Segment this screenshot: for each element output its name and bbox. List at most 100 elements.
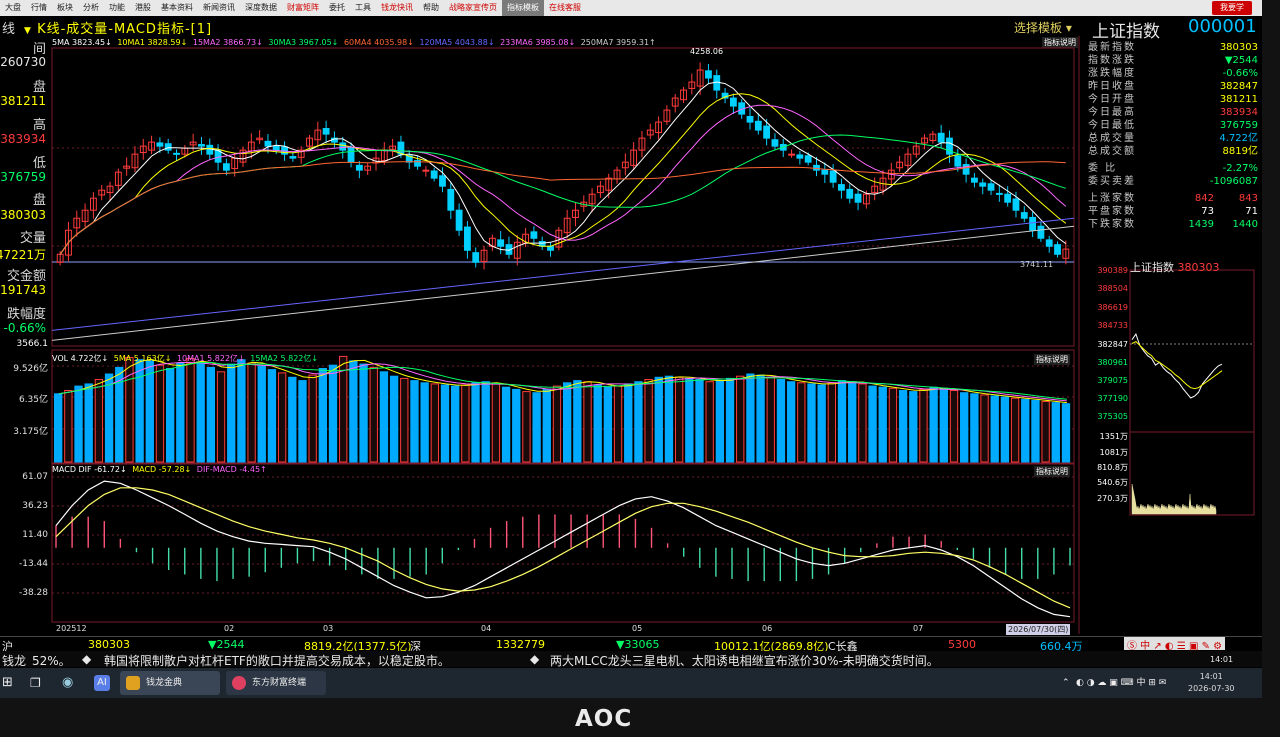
macd-tick-label: 36.23 [22, 501, 48, 511]
volume-bar [1031, 399, 1040, 463]
x-tick-label: 04 [481, 624, 492, 633]
taskbar-app-qianlong[interactable]: 钱龙金典 [120, 671, 220, 695]
candle-body [347, 147, 355, 163]
main-chart-svg[interactable] [0, 0, 1262, 698]
volume-bar [94, 379, 104, 463]
candle-body [763, 125, 771, 139]
volume-bar [797, 382, 806, 463]
ma-line-5 [59, 81, 1067, 255]
news-pct: 52%。 [32, 654, 71, 667]
ma-line-120 [51, 217, 1075, 331]
candle-body [497, 239, 505, 247]
volume-bar [349, 360, 358, 463]
monitor: 大盘 行情 板块 分析 功能 港股 基本资料 新闻资讯 深度数据 财富矩阵 委托… [0, 0, 1280, 737]
tray-app-icons[interactable]: ◐ ◑ ☁ ▣ ⌨ 中 ⊞ ✉ [1076, 673, 1166, 693]
volume-bar [532, 392, 541, 463]
volume-bar [746, 373, 755, 463]
x-tick-label: 03 [323, 624, 334, 633]
candle-body [1037, 225, 1045, 239]
volume-bar [766, 376, 775, 463]
candle-body [1054, 244, 1061, 255]
volume-bar [807, 383, 816, 463]
mini-y-tick: 386619 [1097, 303, 1128, 312]
mini-y-tick: 379075 [1097, 376, 1128, 385]
volume-bar [542, 388, 551, 463]
small-clock: 14:01 [1210, 655, 1234, 664]
volume-bar [624, 383, 633, 463]
candle-body [829, 170, 837, 183]
news-item[interactable]: 两大MLCC龙头三星电机、太阳诱电相继宣布涨价30%-未明确交货时间。 [550, 652, 939, 667]
quote-row: 今日最低 376759 [1088, 120, 1258, 131]
volume-bar [400, 377, 409, 463]
candle-body [339, 142, 347, 151]
macd-legend-item: MACD -57.28↓ [132, 465, 192, 474]
candle-body [1029, 216, 1037, 231]
quote-panel: 最新指数 380303 指数涨跌 ▼2544 涨跌幅度 -0.66% 昨日收盘 3828… [1084, 38, 1260, 258]
x-tick-label: 05 [632, 624, 643, 633]
tray-chevron-icon[interactable]: ⌃ [1062, 673, 1070, 693]
volume-bar [1021, 398, 1030, 463]
mini-y-tick: 388504 [1097, 284, 1128, 293]
candle-body [472, 252, 480, 263]
tray-icons[interactable]: Ⓢ 中 ↗ ◐ ☰ ▣ ✎ ⚙ [1124, 637, 1226, 652]
volume-bar [247, 362, 256, 463]
candle-body [430, 170, 438, 179]
volume-bar [176, 362, 185, 463]
candle-body [264, 140, 272, 147]
news-ticker: 钱龙 52%。 ◆ 韩国将限制散户对杠杆ETF的敞口并提高交易成本，以稳定股市。… [0, 651, 1262, 667]
start-icon[interactable]: ⊞ [2, 673, 13, 693]
news-item[interactable]: 韩国将限制散户对杠杆ETF的敞口并提高交易成本，以稳定股市。 [104, 652, 450, 667]
taskbar-app-eastmoney[interactable]: 东方财富终端 [226, 671, 326, 695]
candle-body [854, 193, 862, 203]
volume-bar [878, 386, 887, 463]
volume-bar [960, 392, 969, 463]
quote-row: 委买卖差 -1096087 [1088, 176, 1258, 187]
vol-tick-label: 9.526亿 [13, 364, 48, 374]
mini-chart-frame [1129, 269, 1255, 516]
macd-indicator-note[interactable]: 指标说明 [1034, 466, 1070, 477]
candle-body [788, 153, 795, 156]
taskview-icon[interactable]: ❐ [30, 673, 41, 693]
sh-change: ▼2544 [208, 638, 245, 651]
date-label: 2026/07/30(四) [1006, 624, 1071, 635]
volume-bar [288, 376, 297, 463]
macd-lines [55, 480, 1071, 618]
volume-bar [461, 384, 470, 463]
volume-bar [451, 385, 460, 463]
candle-body [164, 143, 172, 151]
sz-value[interactable]: 1332779 [496, 638, 545, 651]
sh-value[interactable]: 380303 [88, 638, 130, 651]
candle-body [422, 169, 430, 172]
volume-bar [970, 393, 979, 463]
cy-change: 5300 [948, 638, 976, 651]
quote-row: 平盘家数 73 71 [1088, 206, 1258, 217]
mini-y-tick: 380961 [1097, 358, 1128, 367]
candle-body [838, 184, 845, 191]
volume-bar [430, 383, 439, 463]
ma-line-250 [51, 225, 1075, 341]
monitor-brand-logo: AOC [575, 706, 633, 732]
volume-bar [563, 382, 572, 463]
k-high-label: 4258.06 [690, 47, 724, 56]
quote-row: 上涨家数 842 843 [1088, 193, 1258, 204]
candle-body [804, 155, 812, 163]
ai-icon[interactable]: AI [94, 675, 110, 691]
macd-tick-label: -13.44 [18, 559, 48, 569]
volume-bar [888, 387, 898, 463]
chat-icon[interactable]: ◉ [62, 673, 73, 693]
taskbar-clock[interactable]: 14:01 2026-07-30 [1188, 671, 1235, 695]
volume-bar [328, 364, 338, 463]
mini-vol-tick: 540.6万 [1097, 478, 1128, 487]
candle-body [447, 188, 455, 211]
macd-tick-label: -38.28 [18, 588, 48, 598]
volume-bar [848, 381, 857, 463]
quote-row: 今日开盘 381211 [1088, 94, 1258, 105]
vol-indicator-note[interactable]: 指标说明 [1034, 354, 1070, 365]
volume-bar [634, 381, 643, 463]
screen: 大盘 行情 板块 分析 功能 港股 基本资料 新闻资讯 深度数据 财富矩阵 委托… [0, 0, 1262, 698]
volume-bar [481, 381, 490, 463]
volume-bar [817, 384, 826, 463]
volume-bar [74, 385, 83, 463]
volume-bar [64, 390, 73, 463]
macd-legend: MACD DIF -61.72↓ MACD -57.28↓ DIF-MACD -… [52, 465, 267, 474]
